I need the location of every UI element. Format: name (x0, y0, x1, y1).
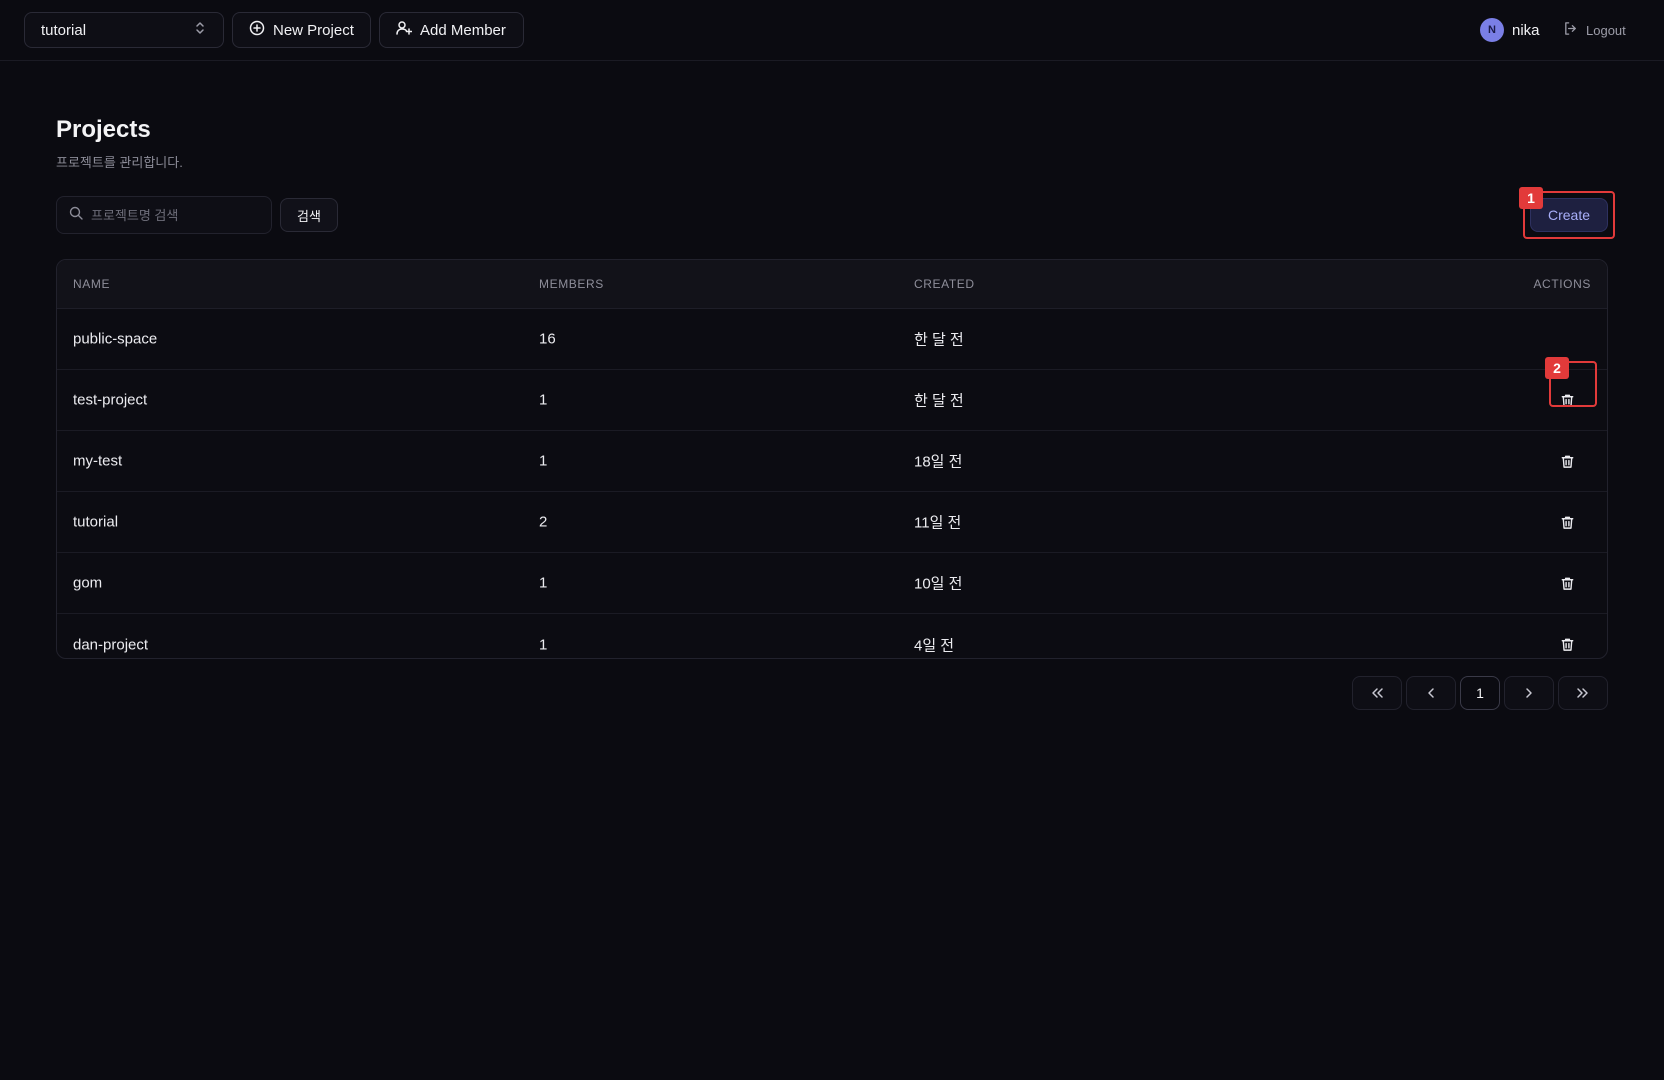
project-select-value: tutorial (41, 21, 87, 39)
cell-members: 1 (539, 391, 548, 409)
annotation-badge-2: 2 (1545, 357, 1569, 379)
logout-label: Logout (1586, 22, 1626, 38)
cell-created: 11일 전 (914, 514, 962, 532)
table-header: NAME MEMBERS CREATED ACTIONS (57, 260, 1607, 309)
header-members: MEMBERS (539, 277, 604, 291)
delete-button[interactable] (1555, 633, 1579, 657)
header-name: NAME (73, 277, 111, 291)
table-row: gom 1 10일 전 (57, 553, 1607, 614)
chevron-left-icon (1428, 688, 1434, 698)
cell-name: dan-project (73, 636, 149, 653)
delete-button[interactable] (1555, 449, 1579, 473)
new-project-label: New Project (273, 21, 354, 39)
page-subtitle: 프로젝트를 관리합니다. (56, 155, 183, 170)
cell-members: 2 (539, 513, 548, 531)
chevron-right-icon (1526, 688, 1532, 698)
cell-members: 16 (539, 330, 556, 348)
top-bar: tutorial New Project Add Member N nika L… (0, 0, 1664, 61)
delete-button[interactable] (1555, 510, 1579, 534)
cell-name: test-project (73, 391, 148, 409)
cell-name: public-space (73, 330, 158, 348)
double-chevron-left-icon (1372, 688, 1383, 698)
cell-members: 1 (539, 636, 548, 653)
search-button[interactable]: 검색 (280, 198, 338, 232)
header-actions: ACTIONS (1533, 277, 1591, 291)
cell-name: gom (73, 574, 103, 592)
trash-icon (1561, 455, 1573, 468)
cell-created: 한 달 전 (914, 392, 964, 410)
user-plus-icon (396, 20, 413, 40)
table-row: dan-project 1 4일 전 (57, 614, 1607, 658)
table-row: my-test 1 18일 전 (57, 431, 1607, 492)
chevron-up-down-icon (193, 21, 207, 39)
delete-button[interactable] (1555, 388, 1579, 412)
cell-name: my-test (73, 452, 123, 470)
project-select[interactable]: tutorial (24, 12, 224, 48)
prev-page-button[interactable] (1406, 676, 1456, 710)
avatar: N (1480, 18, 1504, 42)
add-member-button[interactable]: Add Member (379, 12, 524, 48)
cell-created: 18일 전 (914, 453, 963, 471)
projects-table: NAME MEMBERS CREATED ACTIONS public-spac… (56, 259, 1608, 659)
next-page-button[interactable] (1504, 676, 1554, 710)
table-row: tutorial 2 11일 전 (57, 492, 1607, 553)
user-name: nika (1512, 21, 1540, 39)
delete-button[interactable] (1555, 571, 1579, 595)
user-menu[interactable]: N nika (1480, 18, 1540, 42)
trash-icon (1561, 577, 1573, 590)
page-title: Projects (56, 116, 151, 143)
search-icon (69, 206, 83, 225)
add-member-label: Add Member (420, 21, 506, 39)
logout-icon (1563, 21, 1578, 39)
trash-icon (1561, 638, 1573, 651)
first-page-button[interactable] (1352, 676, 1402, 710)
trash-icon (1561, 516, 1573, 529)
plus-circle-icon (249, 20, 265, 40)
header-created: CREATED (914, 277, 975, 291)
annotation-badge-1: 1 (1519, 187, 1543, 209)
cell-created: 10일 전 (914, 575, 963, 593)
search-input[interactable] (91, 207, 251, 223)
cell-members: 1 (539, 452, 548, 470)
page-number-button[interactable]: 1 (1460, 676, 1500, 710)
trash-icon (1561, 394, 1573, 407)
new-project-button[interactable]: New Project (232, 12, 371, 48)
logout-button[interactable]: Logout (1563, 19, 1626, 41)
search-field[interactable] (56, 196, 272, 234)
cell-name: tutorial (73, 513, 119, 531)
cell-created: 4일 전 (914, 637, 955, 654)
table-row: test-project 1 한 달 전 (57, 370, 1607, 431)
last-page-button[interactable] (1558, 676, 1608, 710)
double-chevron-right-icon (1577, 688, 1588, 698)
table-row: public-space 16 한 달 전 (57, 309, 1607, 370)
cell-created: 한 달 전 (914, 331, 964, 349)
cell-members: 1 (539, 574, 548, 592)
